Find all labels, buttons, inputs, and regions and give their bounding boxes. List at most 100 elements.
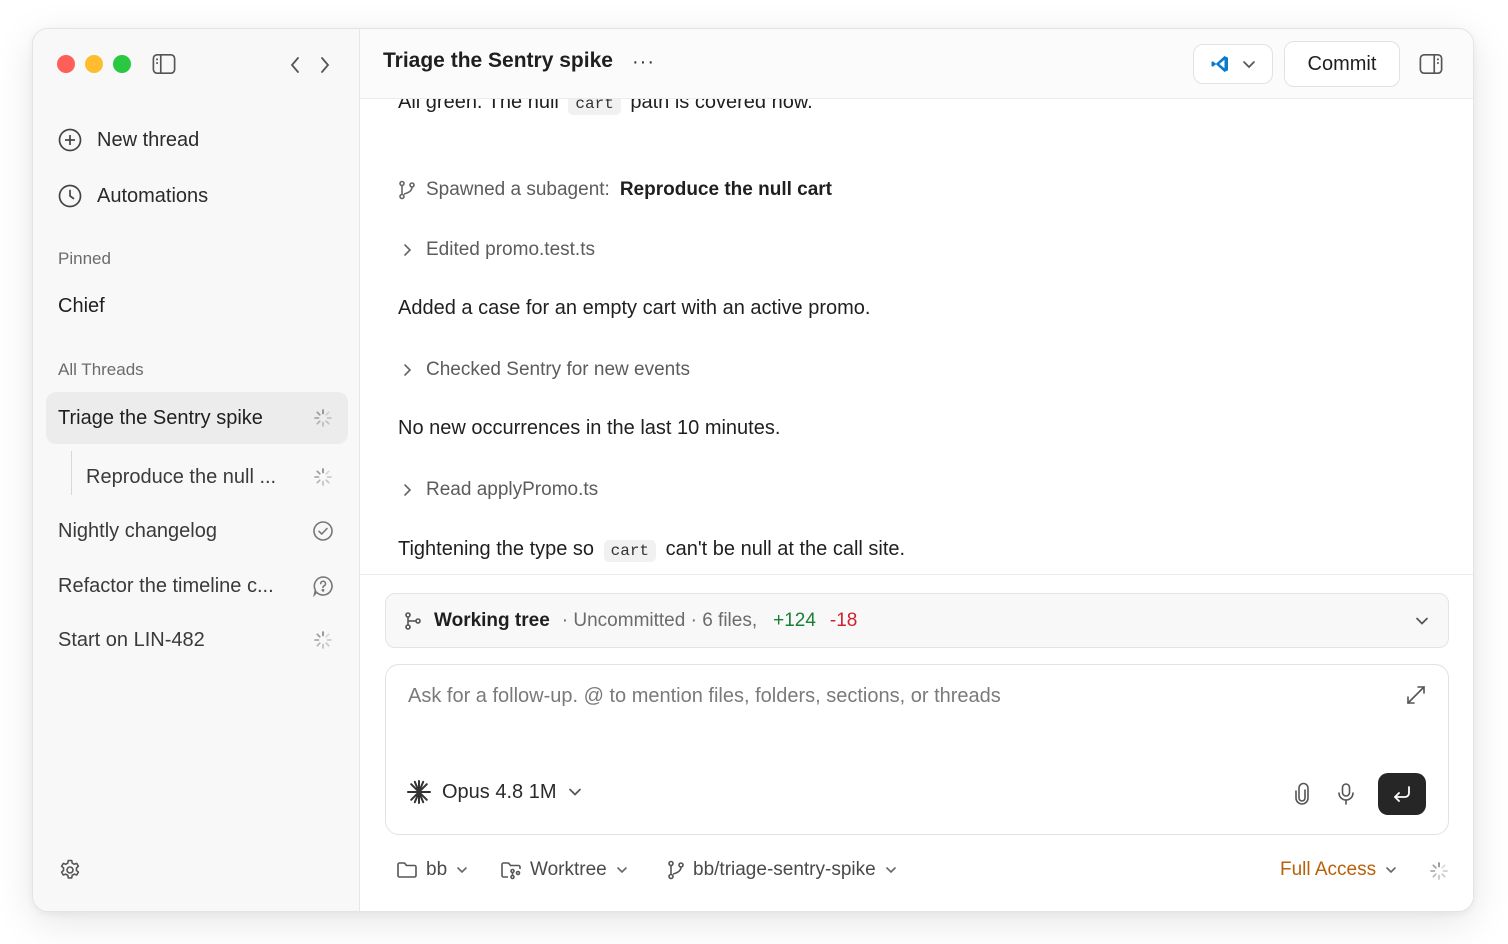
close-window-button[interactable] — [57, 55, 75, 73]
access-level-label: Full Access — [1280, 859, 1377, 880]
more-options-button[interactable]: ··· — [632, 51, 655, 74]
pinned-heading: Pinned — [58, 249, 111, 268]
subagent-prefix: Spawned a subagent: — [426, 179, 610, 200]
branch-selector[interactable]: bb/triage-sentry-spike — [667, 859, 898, 881]
thread-label: Reproduce the null ... — [86, 465, 277, 488]
spinner-icon — [312, 629, 334, 651]
subagent-name: Reproduce the null cart — [619, 179, 833, 200]
expand-icon[interactable] — [1404, 683, 1428, 707]
worktree-icon — [500, 860, 522, 880]
microphone-icon[interactable] — [1334, 782, 1358, 806]
pinned-item-chief[interactable]: Chief — [58, 295, 105, 318]
thread-item-reproduce-null[interactable]: Reproduce the null ... — [73, 451, 348, 503]
asterisk-icon — [406, 779, 432, 805]
thread-label: Start on LIN-482 — [58, 628, 205, 651]
spinner-icon — [312, 466, 334, 488]
all-threads-heading: All Threads — [58, 360, 144, 379]
chevron-down-icon — [884, 865, 898, 875]
window-controls — [57, 55, 131, 73]
step-label: Read applyPromo.ts — [426, 479, 599, 500]
branch-icon — [404, 611, 422, 631]
composer: Opus 4.8 1M — [385, 664, 1449, 835]
folder-icon — [396, 860, 418, 880]
chevron-right-icon — [398, 241, 416, 259]
additions-count: +124 — [773, 609, 816, 631]
chevron-down-icon — [615, 865, 629, 875]
new-thread-label: New thread — [97, 128, 200, 151]
chevron-down-icon — [1242, 59, 1256, 69]
inline-code: cart — [603, 540, 657, 562]
step-label: Checked Sentry for new events — [426, 359, 691, 380]
working-tree-bar[interactable]: Working tree · Uncommitted · 6 files, +1… — [385, 593, 1449, 648]
back-arrow-icon[interactable] — [283, 53, 307, 77]
commit-button[interactable]: Commit — [1284, 41, 1400, 87]
sidebar-toggle-icon[interactable] — [152, 52, 176, 76]
chevron-down-icon — [455, 865, 469, 875]
plus-circle-icon — [57, 127, 83, 153]
branch-icon — [398, 180, 416, 200]
zoom-window-button[interactable] — [113, 55, 131, 73]
right-panel-toggle-icon[interactable] — [1419, 52, 1443, 76]
conversation: All green. The null cart path is covered… — [360, 99, 1473, 574]
deletions-count: -18 — [829, 609, 858, 631]
working-tree-meta: · Uncommitted · 6 files, — [561, 609, 758, 631]
access-level-selector[interactable]: Full Access — [1280, 859, 1398, 881]
thread-item-triage-sentry-spike[interactable]: Triage the Sentry spike — [46, 392, 348, 444]
worktree-selector[interactable]: Worktree — [500, 859, 629, 881]
tool-step-checked-sentry[interactable]: Checked Sentry for new events — [398, 359, 690, 381]
follow-up-input[interactable] — [408, 685, 1368, 708]
vscode-icon — [1210, 54, 1230, 74]
assistant-message: No new occurrences in the last 10 minute… — [398, 417, 781, 439]
thread-label: Refactor the timeline c... — [58, 574, 274, 597]
clock-icon — [57, 183, 83, 209]
worktree-label: Worktree — [530, 859, 607, 880]
thread-item-refactor-timeline[interactable]: Refactor the timeline c... — [46, 560, 348, 612]
thread-label: Nightly changelog — [58, 519, 217, 542]
page-title: Triage the Sentry spike — [383, 49, 613, 72]
question-bubble-icon — [312, 575, 334, 597]
tool-step-edited[interactable]: Edited promo.test.ts — [398, 239, 595, 261]
sidebar: New thread Automations Pinned Chief All … — [33, 29, 360, 911]
spinner-icon — [312, 407, 334, 429]
step-label: Edited promo.test.ts — [426, 239, 595, 260]
forward-arrow-icon[interactable] — [313, 53, 337, 77]
subagent-step[interactable]: Spawned a subagent: Reproduce the null c… — [398, 179, 832, 201]
automations-button[interactable]: Automations — [57, 178, 208, 214]
model-selector[interactable]: Opus 4.8 1M — [406, 779, 583, 805]
inline-code: cart — [568, 99, 621, 115]
working-tree-name: Working tree — [434, 609, 550, 631]
check-circle-icon — [312, 520, 334, 542]
subthread-connector — [71, 451, 72, 495]
message-text: All green. The null — [398, 99, 559, 113]
composer-footer: bb Worktree bb/triage-sentry-spike Full … — [360, 849, 1473, 893]
assistant-message: All green. The null cart path is covered… — [398, 99, 813, 115]
thread-header: Triage the Sentry spike ··· Commit — [360, 29, 1473, 99]
chevron-right-icon — [398, 361, 416, 379]
message-text: can't be null at the call site. — [665, 538, 906, 560]
branch-name: bb/triage-sentry-spike — [693, 859, 876, 880]
new-thread-button[interactable]: New thread — [57, 122, 199, 158]
branch-icon — [667, 860, 685, 880]
thread-item-nightly-changelog[interactable]: Nightly changelog — [46, 505, 348, 557]
thread-item-start-lin-482[interactable]: Start on LIN-482 — [46, 614, 348, 666]
chevron-down-icon — [567, 786, 583, 798]
message-text: path is covered now. — [630, 99, 813, 113]
tool-step-read[interactable]: Read applyPromo.ts — [398, 479, 598, 501]
send-button[interactable] — [1378, 773, 1426, 815]
gear-icon[interactable] — [58, 858, 82, 882]
divider — [360, 574, 1473, 575]
paperclip-icon[interactable] — [1290, 782, 1314, 806]
chevron-down-icon[interactable] — [1414, 615, 1430, 627]
folder-selector[interactable]: bb — [396, 859, 469, 881]
chevron-right-icon — [398, 481, 416, 499]
open-in-editor-button[interactable] — [1193, 44, 1273, 84]
spinner-icon — [1427, 859, 1451, 883]
assistant-message: Tightening the type so cart can't be nul… — [398, 538, 906, 562]
chevron-down-icon — [1384, 865, 1398, 875]
return-arrow-icon — [1391, 784, 1413, 804]
app-window: New thread Automations Pinned Chief All … — [32, 28, 1474, 912]
automations-label: Automations — [97, 184, 209, 207]
minimize-window-button[interactable] — [85, 55, 103, 73]
thread-label: Triage the Sentry spike — [58, 406, 263, 429]
assistant-message: Added a case for an empty cart with an a… — [398, 297, 871, 319]
